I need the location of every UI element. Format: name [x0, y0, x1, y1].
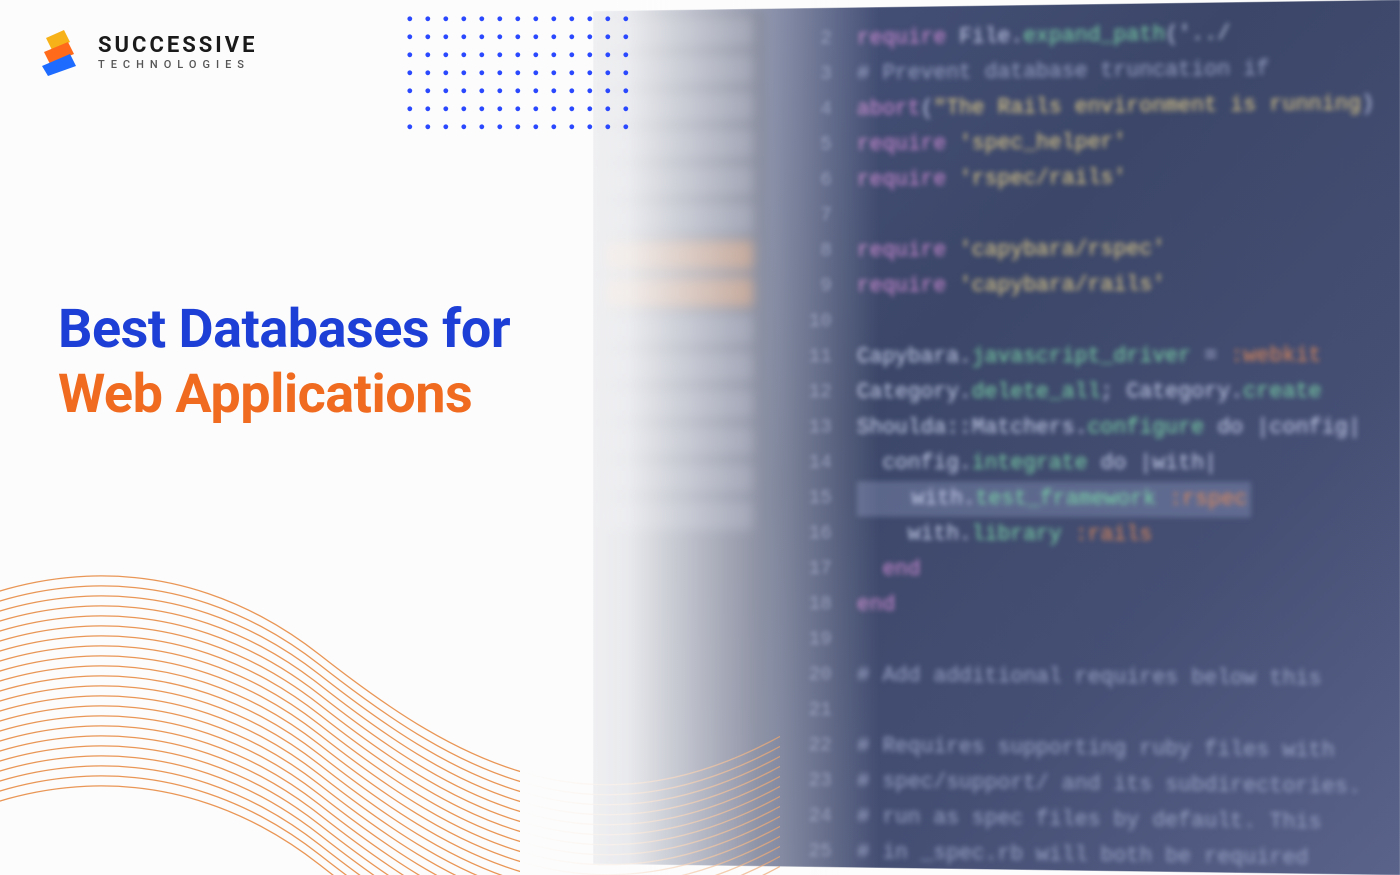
headline-line1: Best Databases for — [58, 298, 510, 363]
code-line-numbers: 2345678910111213141516171819202122232425… — [784, 8, 842, 867]
brand-logo-text: SUCCESSIVE TECHNOLOGIES — [98, 34, 258, 71]
brand-name-top: SUCCESSIVE — [98, 34, 258, 57]
headline-line2: Web Applications — [58, 363, 510, 428]
code-lines: require File.expand_path('../# Prevent d… — [857, 14, 1400, 875]
hero-banner: 2345678910111213141516171819202122232425… — [0, 0, 1400, 875]
brand-logo: SUCCESSIVE TECHNOLOGIES — [40, 28, 258, 76]
code-sidebar — [593, 9, 764, 866]
brand-logo-icon — [40, 28, 84, 76]
brand-name-bottom: TECHNOLOGIES — [98, 59, 258, 71]
code-editor-background: 2345678910111213141516171819202122232425… — [593, 0, 1400, 875]
dot-grid-decoration — [405, 14, 631, 132]
headline: Best Databases for Web Applications — [58, 298, 510, 428]
